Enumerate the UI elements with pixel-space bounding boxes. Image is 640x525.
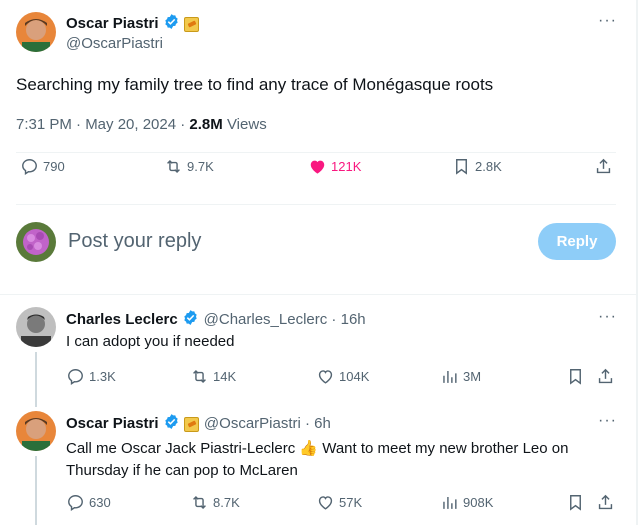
- affiliate-badge-icon[interactable]: [184, 416, 200, 432]
- reply-text: I can adopt you if needed: [66, 333, 235, 350]
- bookmark-action[interactable]: [566, 367, 585, 386]
- reply-author-name[interactable]: Charles Leclerc: [66, 311, 178, 328]
- repost-icon: [193, 495, 206, 510]
- bookmark-icon: [456, 158, 467, 175]
- bookmark-count: 2.8K: [475, 158, 502, 174]
- bookmark-action[interactable]: [566, 493, 585, 512]
- more-options-icon[interactable]: ···: [598, 308, 617, 326]
- share-action[interactable]: [596, 493, 615, 512]
- reply-text-line: Call me Oscar Jack Piastri-Leclerc 👍 Wan…: [66, 440, 569, 457]
- repost-count: 8.7K: [213, 495, 240, 510]
- verified-badge-icon: [182, 309, 199, 331]
- reply-text: Call me Oscar Jack Piastri-Leclerc 👍 Wan…: [66, 438, 618, 482]
- like-count: 121K: [331, 158, 362, 174]
- heart-icon: [318, 370, 333, 384]
- tweet-meta: 7:31 PM · May 20, 2024 · 2.8M Views: [16, 116, 267, 133]
- views-action[interactable]: 908K: [440, 493, 493, 512]
- share-action[interactable]: [594, 157, 613, 176]
- repost-count: 14K: [213, 369, 237, 384]
- reply-actions: 1.3K 14K 104K 3M: [66, 367, 616, 387]
- reply-actions: 630 8.7K 57K 908K: [66, 493, 616, 513]
- tweet-timestamp[interactable]: 7:31 PM · May 20, 2024 ·: [16, 116, 189, 133]
- share-icon: [598, 494, 613, 510]
- like-action[interactable]: 57K: [316, 493, 362, 512]
- timeline-border: [636, 0, 638, 525]
- share-action[interactable]: [596, 367, 615, 386]
- more-options-icon[interactable]: ···: [598, 412, 617, 430]
- reply-input[interactable]: Post your reply: [68, 230, 201, 253]
- bookmark-action[interactable]: 2.8K: [452, 157, 502, 176]
- share-icon: [596, 158, 611, 173]
- repost-action[interactable]: 9.7K: [164, 157, 214, 176]
- repost-count: 9.7K: [187, 158, 214, 174]
- author-handle[interactable]: @OscarPiastri: [66, 35, 163, 52]
- author-name[interactable]: Oscar Piastri: [66, 15, 159, 32]
- reply-time[interactable]: · 6h: [301, 415, 331, 432]
- views-action[interactable]: 3M: [440, 367, 481, 386]
- reply-action[interactable]: 790: [20, 157, 65, 176]
- reply-author-avatar[interactable]: [16, 411, 56, 451]
- verified-badge-icon: [163, 13, 180, 35]
- like-count: 104K: [339, 369, 370, 384]
- views-label: Views: [222, 116, 267, 133]
- repost-action[interactable]: 8.7K: [190, 493, 240, 512]
- views-chart-icon: [443, 370, 457, 383]
- heart-icon: [318, 496, 333, 510]
- reply-author-avatar[interactable]: [16, 307, 56, 347]
- views-count: 908K: [463, 495, 494, 510]
- repost-action[interactable]: 14K: [190, 367, 236, 386]
- verified-badge-icon: [163, 413, 180, 435]
- reply-icon: [22, 158, 37, 175]
- bookmark-icon: [570, 369, 581, 385]
- share-icon: [598, 368, 613, 384]
- reply-button[interactable]: Reply: [538, 223, 616, 260]
- views-count: 3M: [463, 369, 482, 384]
- reply-time[interactable]: · 16h: [327, 311, 365, 328]
- tweet-text: Searching my family tree to find any tra…: [16, 75, 494, 94]
- reply-author-name[interactable]: Oscar Piastri: [66, 415, 159, 432]
- reply-count: 630: [89, 495, 111, 510]
- repost-icon: [193, 369, 206, 384]
- reply-author-handle[interactable]: @OscarPiastri: [204, 415, 301, 432]
- views-chart-icon: [443, 496, 457, 509]
- like-action[interactable]: 104K: [316, 367, 369, 386]
- reply-author-handle[interactable]: @Charles_Leclerc: [204, 311, 328, 328]
- thread-line: [35, 456, 37, 525]
- reply-text-line: Thursday if he can pop to McLaren: [66, 462, 298, 479]
- views-count: 2.8M: [189, 116, 223, 133]
- repost-icon: [167, 159, 180, 173]
- reply-action[interactable]: 1.3K: [66, 367, 116, 386]
- divider: [16, 204, 616, 205]
- reply-icon: [68, 369, 83, 385]
- bookmark-icon: [570, 495, 581, 511]
- like-count: 57K: [339, 495, 363, 510]
- current-user-avatar[interactable]: [16, 222, 56, 262]
- more-options-icon[interactable]: ···: [598, 12, 617, 30]
- divider: [16, 152, 616, 153]
- heart-filled-icon: [310, 160, 325, 174]
- divider: [0, 294, 637, 295]
- reply-count: 1.3K: [89, 369, 116, 384]
- like-action[interactable]: 121K: [308, 157, 361, 176]
- thread-line: [35, 352, 37, 407]
- reply-icon: [68, 495, 83, 511]
- affiliate-badge-icon[interactable]: [184, 16, 200, 32]
- reply-count: 790: [43, 158, 65, 174]
- reply-action[interactable]: 630: [66, 493, 111, 512]
- author-avatar[interactable]: [16, 12, 56, 52]
